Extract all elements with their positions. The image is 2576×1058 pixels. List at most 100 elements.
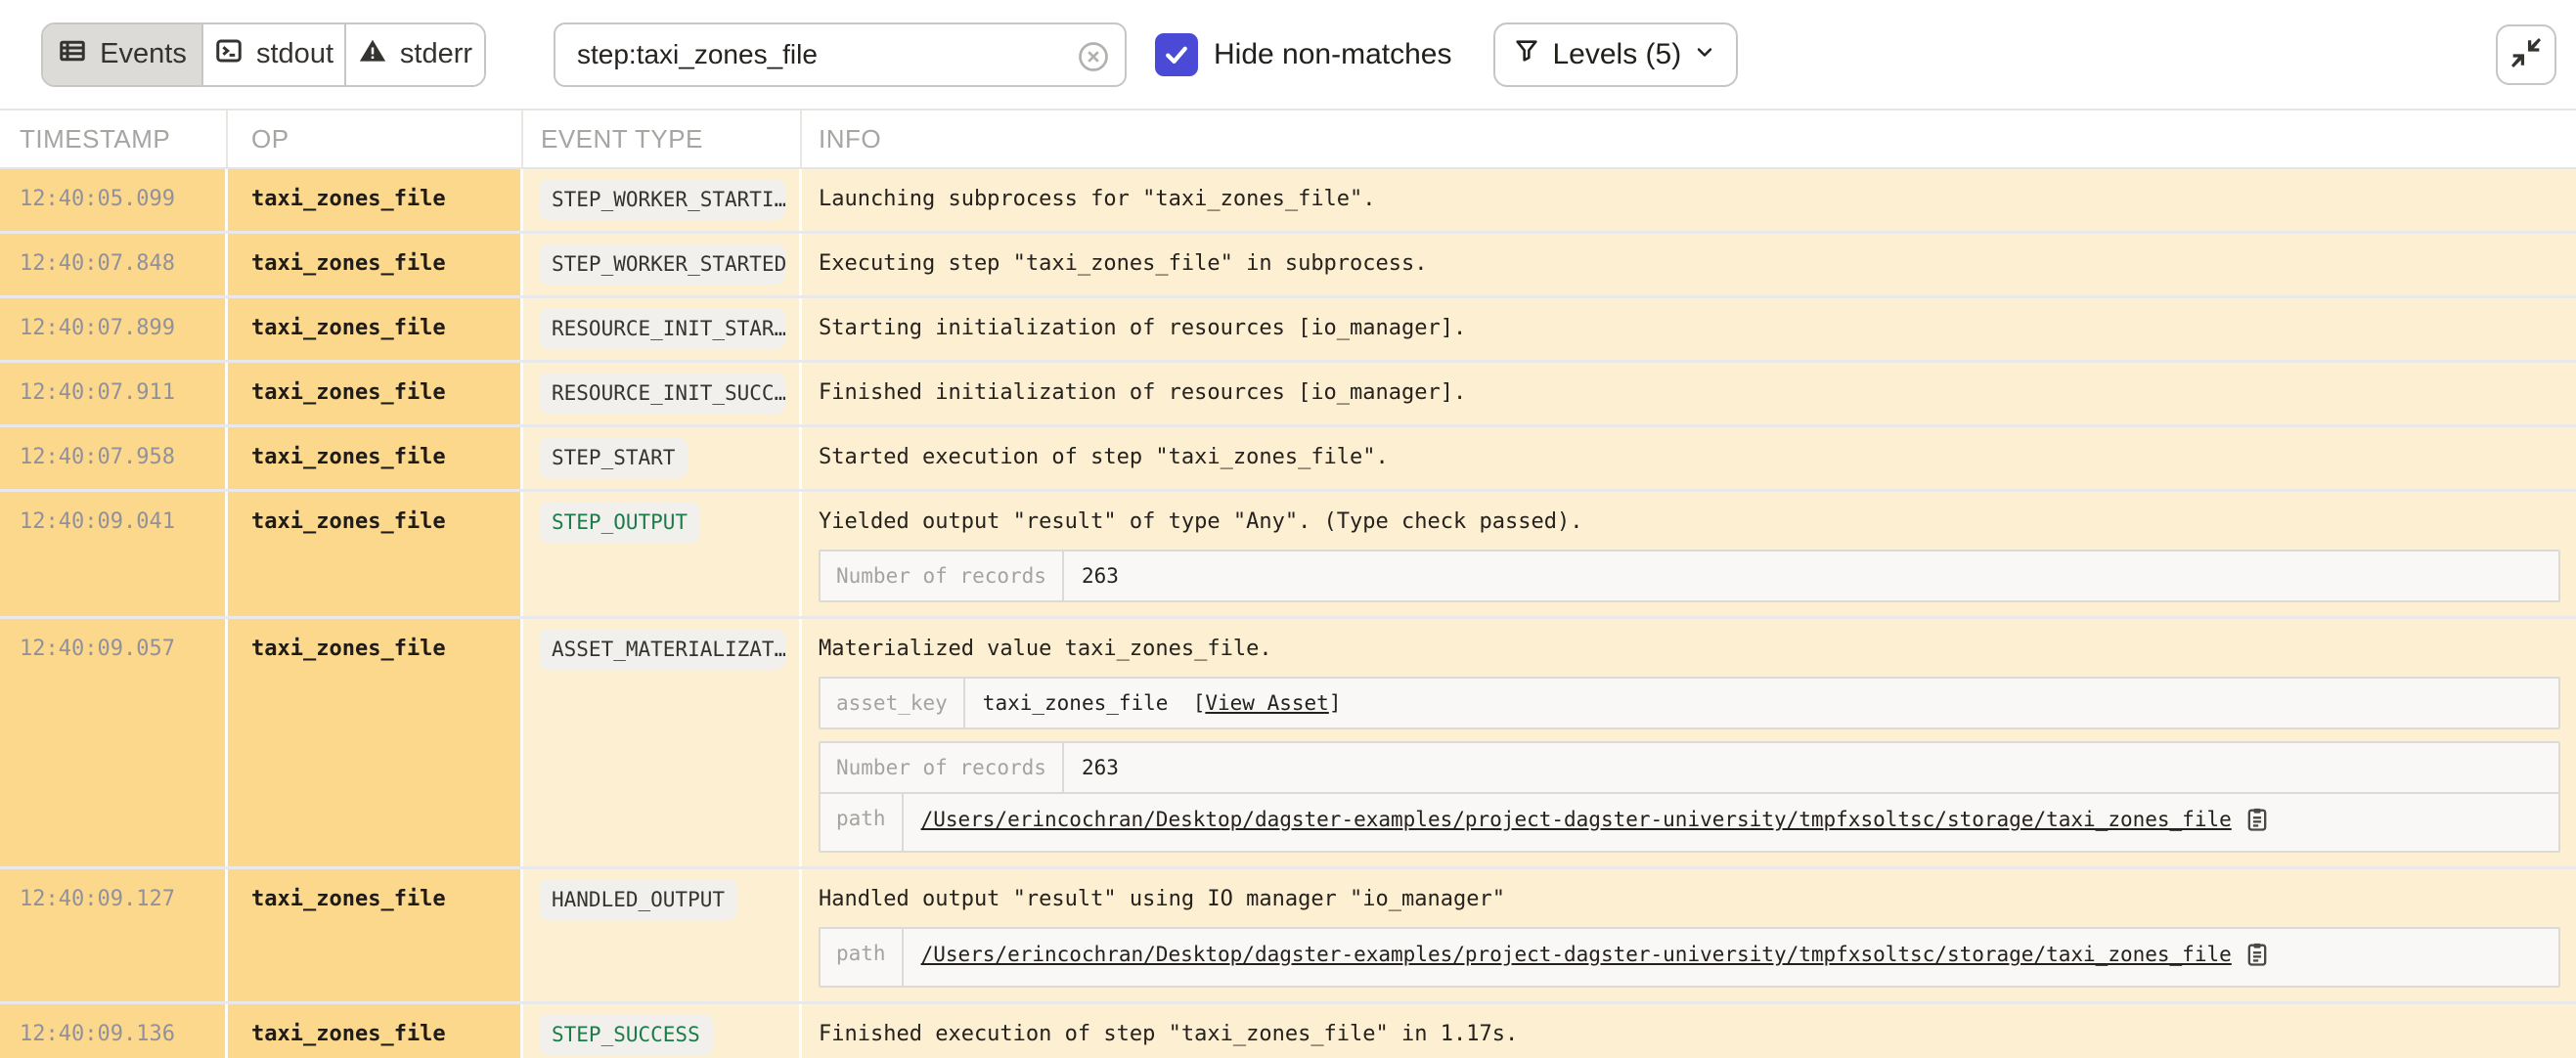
op-cell: taxi_zones_file (228, 363, 523, 424)
metadata-key: asset_key (821, 679, 965, 727)
info-cell: Materialized value taxi_zones_file. asse… (802, 619, 2576, 866)
metadata-key: Number of records (821, 551, 1064, 600)
copy-icon[interactable] (2243, 941, 2271, 974)
timestamp-cell: 12:40:07.911 (0, 363, 228, 424)
op-cell: taxi_zones_file (228, 1004, 523, 1058)
log-message: Launching subprocess for "taxi_zones_fil… (819, 182, 2560, 217)
tab-stderr-label: stderr (400, 38, 472, 70)
log-message: Started execution of step "taxi_zones_fi… (819, 440, 2560, 475)
event-type-badge: STEP_WORKER_STARTED (539, 243, 785, 285)
collapse-panel-button[interactable] (2496, 24, 2556, 85)
timestamp-cell: 12:40:07.848 (0, 234, 228, 295)
log-row: 12:40:09.127 taxi_zones_file HANDLED_OUT… (0, 869, 2576, 1004)
log-message: Finished execution of step "taxi_zones_f… (819, 1017, 2560, 1052)
info-cell: Launching subprocess for "taxi_zones_fil… (802, 169, 2576, 231)
event-type-cell: ASSET_MATERIALIZAT… (523, 619, 802, 866)
metadata-table: Number of records 263 path /Users/erinco… (819, 741, 2560, 853)
log-row: 12:40:07.911 taxi_zones_file RESOURCE_IN… (0, 363, 2576, 427)
hide-non-matches-checkbox[interactable] (1155, 33, 1198, 76)
log-message: Executing step "taxi_zones_file" in subp… (819, 246, 2560, 282)
hide-non-matches-toggle[interactable]: Hide non-matches (1155, 33, 1451, 76)
info-cell: Executing step "taxi_zones_file" in subp… (802, 234, 2576, 295)
run-logs-toolbar: Events stdout stderr (0, 0, 2576, 110)
timestamp-cell: 12:40:07.958 (0, 427, 228, 489)
timestamp-cell: 12:40:09.127 (0, 869, 228, 1001)
clear-filter-icon[interactable] (1076, 39, 1111, 74)
log-view-tab-group: Events stdout stderr (41, 22, 486, 87)
log-filter-input[interactable] (555, 24, 1125, 85)
event-type-badge: RESOURCE_INIT_STAR… (539, 308, 785, 349)
log-table-header: TIMESTAMP OP EVENT TYPE INFO (0, 110, 2576, 169)
info-cell: Finished execution of step "taxi_zones_f… (802, 1004, 2576, 1058)
log-row: 12:40:07.848 taxi_zones_file STEP_WORKER… (0, 234, 2576, 298)
log-message: Yielded output "result" of type "Any". (… (819, 505, 2560, 540)
event-type-cell: STEP_START (523, 427, 802, 489)
info-cell: Yielded output "result" of type "Any". (… (802, 492, 2576, 616)
tab-events[interactable]: Events (43, 24, 203, 85)
metadata-value: /Users/erincochran/Desktop/dagster-examp… (904, 794, 2558, 851)
info-cell: Starting initialization of resources [io… (802, 298, 2576, 360)
log-row: 12:40:07.958 taxi_zones_file STEP_START … (0, 427, 2576, 492)
path-link[interactable]: /Users/erincochran/Desktop/dagster-examp… (921, 808, 2232, 831)
log-row: 12:40:09.057 taxi_zones_file ASSET_MATER… (0, 619, 2576, 869)
column-header-timestamp: TIMESTAMP (0, 110, 228, 167)
metadata-table: asset_key taxi_zones_file [View Asset] (819, 677, 2560, 729)
tab-stdout[interactable]: stdout (203, 24, 346, 85)
log-row: 12:40:05.099 taxi_zones_file STEP_WORKER… (0, 169, 2576, 234)
info-cell: Handled output "result" using IO manager… (802, 869, 2576, 1001)
metadata-row: asset_key taxi_zones_file [View Asset] (821, 679, 2558, 727)
metadata-key: path (821, 794, 904, 851)
metadata-value: 263 (1064, 743, 2558, 792)
event-type-badge: RESOURCE_INIT_SUCC… (539, 373, 785, 414)
log-message: Materialized value taxi_zones_file. (819, 632, 2560, 667)
event-type-badge: STEP_SUCCESS (539, 1014, 713, 1055)
op-cell: taxi_zones_file (228, 298, 523, 360)
metadata-value: taxi_zones_file [View Asset] (965, 679, 2558, 727)
metadata-value: /Users/erincochran/Desktop/dagster-examp… (904, 929, 2558, 986)
metadata-row: path /Users/erincochran/Desktop/dagster-… (821, 792, 2558, 851)
op-cell: taxi_zones_file (228, 169, 523, 231)
log-row: 12:40:09.136 taxi_zones_file STEP_SUCCES… (0, 1004, 2576, 1058)
event-type-cell: STEP_OUTPUT (523, 492, 802, 616)
chevron-down-icon (1693, 38, 1716, 71)
path-link[interactable]: /Users/erincochran/Desktop/dagster-examp… (921, 943, 2232, 966)
op-cell: taxi_zones_file (228, 234, 523, 295)
copy-icon[interactable] (2243, 806, 2271, 839)
metadata-key: path (821, 929, 904, 986)
event-type-cell: RESOURCE_INIT_SUCC… (523, 363, 802, 424)
info-cell: Started execution of step "taxi_zones_fi… (802, 427, 2576, 489)
metadata-key: Number of records (821, 743, 1064, 792)
event-type-badge: HANDLED_OUTPUT (539, 879, 737, 920)
metadata-value: 263 (1064, 551, 2558, 600)
event-type-cell: STEP_WORKER_STARTI… (523, 169, 802, 231)
filter-funnel-icon (1513, 37, 1540, 72)
event-type-badge: STEP_OUTPUT (539, 502, 700, 543)
event-type-cell: STEP_SUCCESS (523, 1004, 802, 1058)
collapse-arrows-icon (2509, 35, 2544, 73)
log-rows: 12:40:05.099 taxi_zones_file STEP_WORKER… (0, 169, 2576, 1058)
log-filter (554, 22, 1127, 87)
metadata-row: Number of records 263 (821, 743, 2558, 792)
event-type-badge: STEP_WORKER_STARTI… (539, 179, 785, 220)
metadata-row: Number of records 263 (821, 551, 2558, 600)
log-message: Handled output "result" using IO manager… (819, 882, 2560, 917)
event-type-cell: STEP_WORKER_STARTED (523, 234, 802, 295)
log-row: 12:40:09.041 taxi_zones_file STEP_OUTPUT… (0, 492, 2576, 619)
asset-key-value: taxi_zones_file [ (983, 691, 1206, 715)
column-header-info: INFO (802, 110, 2576, 167)
levels-dropdown-button[interactable]: Levels (5) (1493, 22, 1738, 87)
metadata-table: path /Users/erincochran/Desktop/dagster-… (819, 927, 2560, 988)
table-icon (58, 36, 87, 73)
timestamp-cell: 12:40:07.899 (0, 298, 228, 360)
metadata-table: Number of records 263 (819, 550, 2560, 602)
op-cell: taxi_zones_file (228, 492, 523, 616)
column-header-op: OP (228, 110, 523, 167)
event-type-cell: HANDLED_OUTPUT (523, 869, 802, 1001)
view-asset-link[interactable]: View Asset (1205, 691, 1328, 715)
event-type-badge: ASSET_MATERIALIZAT… (539, 629, 785, 670)
timestamp-cell: 12:40:05.099 (0, 169, 228, 231)
terminal-icon (214, 36, 244, 73)
tab-stderr[interactable]: stderr (346, 24, 484, 85)
log-message: Starting initialization of resources [io… (819, 311, 2560, 346)
timestamp-cell: 12:40:09.041 (0, 492, 228, 616)
